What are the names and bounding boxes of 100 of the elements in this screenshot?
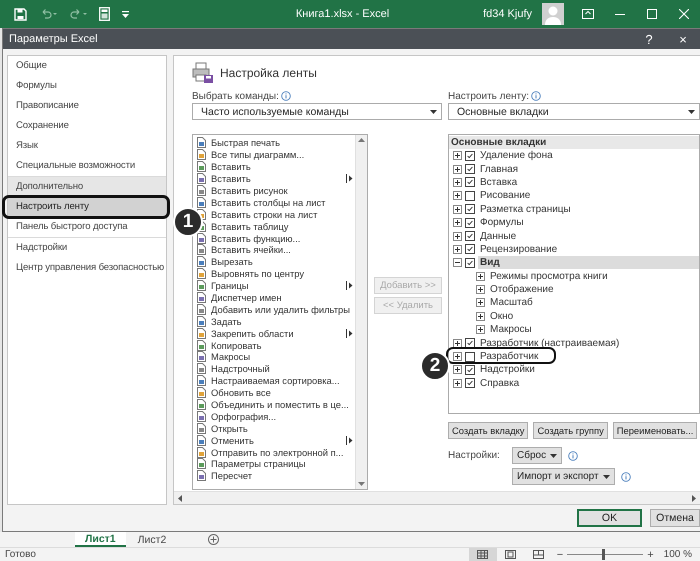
plus-box-icon[interactable] [453,232,462,241]
customize-icon[interactable] [122,10,129,18]
category-item[interactable]: Сохранение [8,116,166,136]
command-item[interactable]: Макросы [211,351,355,362]
tree-item[interactable]: Формулы [478,216,699,230]
tree-item[interactable]: Разработчик [478,350,699,364]
tree-item[interactable]: Рецензирование [478,242,699,256]
ribbon-button[interactable]: Создать вкладку [448,422,528,439]
command-item[interactable]: Копировать [211,340,355,351]
category-item[interactable]: Надстройки [8,238,166,258]
sheet-tab[interactable]: Лист2 [128,532,176,547]
close-button[interactable]: × [666,29,700,49]
checkbox[interactable] [465,231,475,242]
scrollbar[interactable] [355,135,367,489]
command-item[interactable]: Вставить таблицу [211,220,355,232]
save-icon[interactable] [14,8,27,20]
plus-box-icon[interactable] [453,218,462,228]
tree-item[interactable]: Отображение [488,283,699,296]
plus-box-icon[interactable] [453,204,462,214]
checkbox[interactable] [465,177,475,188]
category-item[interactable]: Общие [8,56,166,76]
plus-box-icon[interactable] [476,272,485,281]
plus-box-icon[interactable] [453,352,462,362]
command-item[interactable]: Надстрочный [211,363,355,374]
checkbox[interactable] [465,190,475,201]
command-item[interactable]: Добавить или удалить фильтры [211,304,355,315]
tree-item[interactable]: Рисование [478,189,699,202]
add-sheet-icon[interactable] [208,534,220,545]
sheet-tab[interactable]: Лист1 [75,532,126,547]
checkbox[interactable] [465,352,475,362]
help-button[interactable]: ? [632,29,666,49]
category-item[interactable]: Правописание [8,96,166,116]
category-item[interactable]: Панель быстрого доступа [8,217,166,237]
command-item[interactable]: Вставить рисунок [211,185,355,196]
checkbox[interactable] [465,204,475,214]
ribbon-button[interactable]: Переименовать... [612,422,698,439]
scroll-left-icon[interactable] [178,494,182,502]
plus-box-icon[interactable] [453,191,462,200]
checkbox[interactable] [465,218,475,228]
close-icon[interactable] [679,9,689,19]
plus-box-icon[interactable] [453,338,462,348]
scroll-down-icon[interactable] [358,482,365,486]
maximize-icon[interactable] [647,9,657,19]
command-item[interactable]: Параметры страницы [211,458,355,470]
command-item[interactable]: Границы [211,280,342,292]
calculator-icon[interactable] [99,7,110,21]
plus-box-icon[interactable] [476,312,485,321]
tree-item[interactable]: Масштаб [488,296,699,310]
zoom-out-button[interactable]: − [552,548,568,560]
command-item[interactable]: Обновить все [211,387,355,398]
dialog-button[interactable]: Отмена [650,509,700,527]
command-item[interactable]: Вырезать [211,256,355,268]
tree-item[interactable]: Окно [488,310,699,323]
tree-item[interactable]: Вставка [478,176,699,189]
zoom-level[interactable]: 100 % [658,549,700,560]
command-item[interactable]: Выровнять по центру [211,268,355,280]
plus-box-icon[interactable] [453,151,462,160]
view-button[interactable] [468,548,497,561]
scroll-right-icon[interactable] [692,494,696,502]
plus-box-icon[interactable] [476,285,485,294]
zoom-in-button[interactable]: + [643,548,658,560]
command-item[interactable]: Все типы диаграмм... [211,149,355,160]
ribbon-button[interactable]: Создать группу [533,422,608,439]
plus-box-icon[interactable] [453,378,462,388]
command-item[interactable]: Настраиваемая сортировка... [211,375,355,386]
commands-dropdown[interactable]: Часто используемые команды [192,103,442,120]
tree-item[interactable]: Удаление фона [478,149,699,162]
redo-icon[interactable] [69,9,87,19]
command-item[interactable]: Орфография... [211,410,355,422]
tree-item[interactable]: Вид [478,256,699,270]
command-item[interactable]: Диспетчер имен [211,292,355,304]
category-item[interactable]: Формулы [8,76,166,96]
command-item[interactable]: Отправить по электронной п... [211,446,355,458]
command-item[interactable]: Вставить [211,161,355,172]
command-item[interactable]: Вставить функцию... [211,232,355,244]
slider-thumb[interactable] [602,549,605,560]
command-item[interactable]: Открыть [211,422,355,434]
plus-box-icon[interactable] [476,325,485,334]
scroll-up-icon[interactable] [358,138,365,142]
checkbox[interactable] [465,164,475,174]
tree-item[interactable]: Надстройки [478,363,699,376]
plus-box-icon[interactable] [453,178,462,187]
command-item[interactable]: Вставить ячейки... [211,244,355,256]
command-item[interactable]: Закрепить области [211,328,342,339]
command-item[interactable]: Вставить [211,173,342,184]
tree-item[interactable]: Разработчик (настраиваемая) [478,336,699,350]
command-item[interactable]: Задать [211,316,355,327]
tree-item[interactable]: Справка [478,376,699,390]
tree-item[interactable]: Режимы просмотра книги [488,270,699,283]
command-item[interactable]: Пересчет [211,470,355,482]
command-item[interactable]: Отменить [211,434,342,446]
dialog-button[interactable]: OK [577,509,642,527]
import-export-button[interactable]: Импорт и экспорт [512,468,615,485]
checkbox[interactable] [465,244,475,254]
category-item[interactable]: Язык [8,136,166,156]
category-item[interactable]: Специальные возможности [8,156,166,176]
ribbon-options-icon[interactable] [582,9,594,19]
checkbox[interactable] [465,258,475,268]
command-item[interactable]: Вставить столбцы на лист [211,196,355,208]
minus-box-icon[interactable] [453,258,462,268]
